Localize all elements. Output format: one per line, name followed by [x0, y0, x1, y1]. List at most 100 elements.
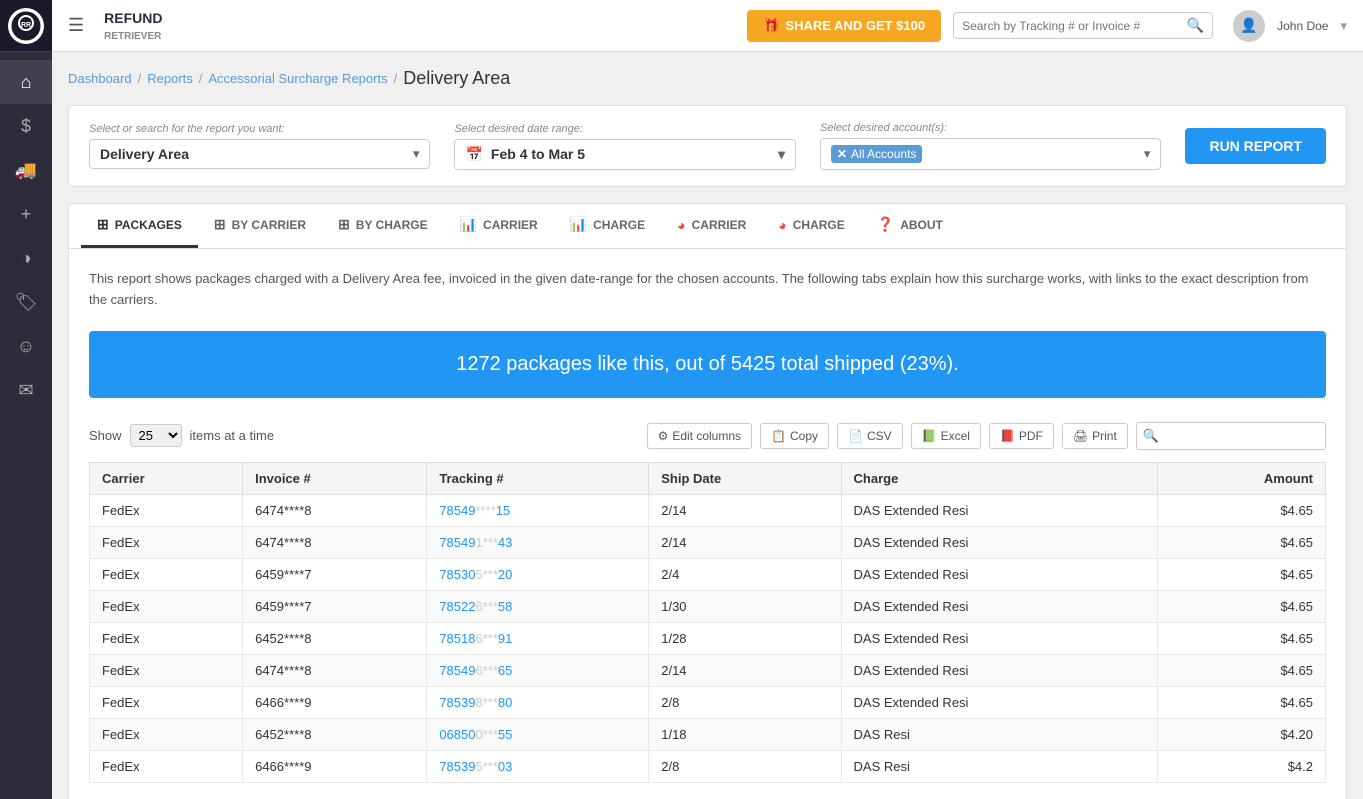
cell-amount: $4.20 [1158, 718, 1326, 750]
stats-banner: 1272 packages like this, out of 5425 tot… [89, 331, 1326, 398]
cell-charge: DAS Resi [841, 718, 1158, 750]
cell-tracking: 785398***80 [427, 686, 649, 718]
tab-carrier-bar-label: CARRIER [483, 218, 538, 232]
copy-button[interactable]: 📋 Copy [760, 423, 829, 449]
menu-icon[interactable]: ☰ [68, 15, 84, 36]
tab-by-charge[interactable]: ⊞ BY CHARGE [322, 204, 444, 248]
run-report-button[interactable]: RUN REPORT [1185, 128, 1326, 164]
cell-ship-date: 2/14 [649, 654, 841, 686]
cell-amount: $4.65 [1158, 526, 1326, 558]
print-button[interactable]: 🖨 Print [1062, 423, 1128, 449]
table-search-input[interactable] [1165, 424, 1325, 448]
dollar-icon: $ [21, 116, 31, 137]
gift-icon: 🎁 [763, 18, 779, 34]
sidebar-item-profile[interactable]: ☺ [0, 324, 52, 368]
search-input[interactable] [962, 19, 1187, 33]
cell-tracking: 068500***55 [427, 718, 649, 750]
cell-ship-date: 1/28 [649, 622, 841, 654]
tracking-link[interactable]: 78549****15 [439, 503, 510, 518]
cell-tracking: 785491***43 [427, 526, 649, 558]
tracking-link[interactable]: 785398***80 [439, 695, 512, 710]
tabs: ⊞ PACKAGES ⊞ BY CARRIER ⊞ BY CHARGE 📊 CA… [69, 204, 1346, 249]
cell-charge: DAS Extended Resi [841, 590, 1158, 622]
tracking-link[interactable]: 785496***65 [439, 663, 512, 678]
bar-icon-carrier: 📊 [460, 216, 477, 233]
report-filter-label: Select or search for the report you want… [89, 123, 430, 135]
show-select[interactable]: 25 50 100 [130, 424, 182, 447]
chevron-down-icon[interactable]: ▾ [1340, 18, 1347, 34]
table-row: FedEx 6466****9 785398***80 2/8 DAS Exte… [90, 686, 1326, 718]
col-invoice[interactable]: Invoice # [243, 462, 427, 494]
tracking-link[interactable]: 785305***20 [439, 567, 512, 582]
chart-icon: ◑ [21, 248, 32, 269]
cell-carrier: FedEx [90, 622, 243, 654]
col-ship-date[interactable]: Ship Date [649, 462, 841, 494]
tab-charge-bar[interactable]: 📊 CHARGE [554, 204, 661, 248]
pie-icon-charge: ◕ [778, 217, 786, 233]
tracking-link[interactable]: 785395***03 [439, 759, 512, 774]
cell-charge: DAS Resi [841, 750, 1158, 782]
sidebar-item-messages[interactable]: ✉ [0, 368, 52, 412]
col-carrier[interactable]: Carrier [90, 462, 243, 494]
sidebar-item-add[interactable]: + [0, 192, 52, 236]
table-row: FedEx 6459****7 785305***20 2/4 DAS Exte… [90, 558, 1326, 590]
cell-tracking: 785186***91 [427, 622, 649, 654]
cell-invoice: 6474****8 [243, 526, 427, 558]
date-filter-label: Select desired date range: [454, 123, 795, 135]
smile-icon: ☺ [17, 336, 35, 357]
tracking-link[interactable]: 785226***58 [439, 599, 512, 614]
cell-amount: $4.65 [1158, 654, 1326, 686]
tab-carrier-pie[interactable]: ◕ CARRIER [661, 204, 762, 248]
sidebar-item-shipments[interactable]: 🚚 [0, 148, 52, 192]
search-bar[interactable]: 🔍 [953, 12, 1213, 39]
col-tracking[interactable]: Tracking # [427, 462, 649, 494]
tracking-link[interactable]: 785186***91 [439, 631, 512, 646]
share-button[interactable]: 🎁 SHARE AND GET $100 [747, 10, 941, 42]
excel-button[interactable]: 📗 Excel [911, 423, 981, 449]
bar-icon-charge: 📊 [570, 216, 587, 233]
tab-carrier-bar[interactable]: 📊 CARRIER [444, 204, 554, 248]
cell-amount: $4.65 [1158, 494, 1326, 526]
tab-charge-pie[interactable]: ◕ CHARGE [762, 204, 860, 248]
col-amount[interactable]: Amount [1158, 462, 1326, 494]
tab-by-carrier[interactable]: ⊞ BY CARRIER [198, 204, 322, 248]
sidebar-item-home[interactable]: ⌂ [0, 60, 52, 104]
cell-ship-date: 2/8 [649, 750, 841, 782]
cell-carrier: FedEx [90, 654, 243, 686]
question-icon: ❓ [877, 216, 894, 233]
tracking-link[interactable]: 785491***43 [439, 535, 512, 550]
print-icon: 🖨 [1073, 429, 1088, 443]
sidebar-item-reports[interactable]: ◑ [0, 236, 52, 280]
breadcrumb: Dashboard / Reports / Accessorial Surcha… [68, 68, 1347, 89]
topbar: ☰ REFUND RETRIEVER 🎁 SHARE AND GET $100 … [52, 0, 1363, 52]
breadcrumb-dashboard[interactable]: Dashboard [68, 71, 132, 86]
cell-ship-date: 2/4 [649, 558, 841, 590]
breadcrumb-current: Delivery Area [403, 68, 510, 89]
sidebar-item-tags[interactable]: 🏷 [0, 280, 52, 324]
app-logo[interactable]: RR [0, 0, 52, 52]
csv-button[interactable]: 📄 CSV [837, 423, 903, 449]
tab-about-label: ABOUT [900, 218, 943, 232]
breadcrumb-reports[interactable]: Reports [147, 71, 193, 86]
main-area: ☰ REFUND RETRIEVER 🎁 SHARE AND GET $100 … [52, 0, 1363, 799]
date-select[interactable]: 📅 Feb 4 to Mar 5 ▾ [454, 139, 795, 170]
col-charge[interactable]: Charge [841, 462, 1158, 494]
close-icon[interactable]: ✕ [837, 147, 847, 161]
cell-invoice: 6452****8 [243, 718, 427, 750]
cell-invoice: 6466****9 [243, 686, 427, 718]
tab-carrier-pie-label: CARRIER [692, 218, 747, 232]
breadcrumb-accessorial[interactable]: Accessorial Surcharge Reports [208, 71, 387, 86]
table-search[interactable]: 🔍 [1136, 422, 1326, 450]
edit-columns-button[interactable]: ⚙ Edit columns [647, 423, 752, 449]
table-search-icon: 🔍 [1137, 423, 1165, 449]
sidebar-item-savings[interactable]: $ [0, 104, 52, 148]
account-select[interactable]: ✕ All Accounts ▾ [820, 138, 1161, 170]
email-icon: ✉ [18, 380, 33, 401]
tab-about[interactable]: ❓ ABOUT [861, 204, 959, 248]
tab-packages[interactable]: ⊞ PACKAGES [81, 204, 198, 248]
filter-panel: Select or search for the report you want… [68, 105, 1347, 187]
account-tag: ✕ All Accounts [831, 145, 922, 163]
tracking-link[interactable]: 068500***55 [439, 727, 512, 742]
pdf-button[interactable]: 📕 PDF [989, 423, 1054, 449]
report-select[interactable]: Delivery Area ▾ [89, 139, 430, 169]
